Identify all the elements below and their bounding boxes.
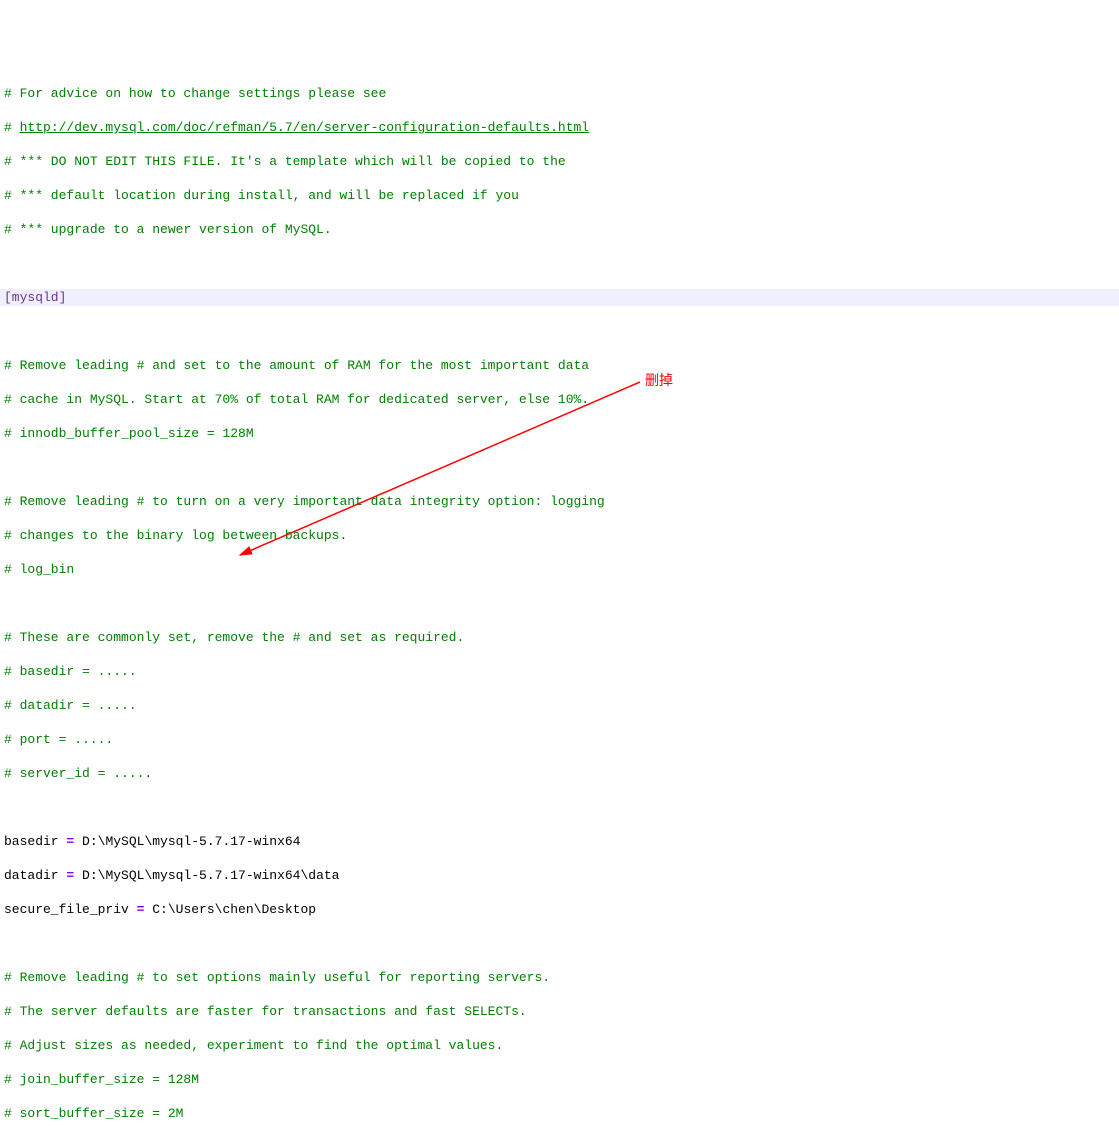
config-key: secure_file_priv xyxy=(4,902,137,917)
equals-operator: = xyxy=(66,834,74,849)
comment-line: # Remove leading # and set to the amount… xyxy=(4,358,589,373)
config-key: datadir xyxy=(4,868,66,883)
equals-operator: = xyxy=(137,902,145,917)
comment-line: # *** DO NOT EDIT THIS FILE. It's a temp… xyxy=(4,154,566,169)
config-key: basedir xyxy=(4,834,66,849)
comment-line: # Remove leading # to set options mainly… xyxy=(4,970,550,985)
section-header-row: [mysqld] xyxy=(0,289,1119,306)
comment-line: # port = ..... xyxy=(4,732,113,747)
comment-line: # join_buffer_size = 128M xyxy=(4,1072,199,1087)
annotation-label: 删掉 xyxy=(645,372,673,389)
comment-line: # server_id = ..... xyxy=(4,766,152,781)
comment-line: # basedir = ..... xyxy=(4,664,137,679)
comment-line: # These are commonly set, remove the # a… xyxy=(4,630,464,645)
config-value: D:\MySQL\mysql-5.7.17-winx64\data xyxy=(74,868,339,883)
comment-line: # The server defaults are faster for tra… xyxy=(4,1004,527,1019)
comment-line: # log_bin xyxy=(4,562,74,577)
comment-line: # sort_buffer_size = 2M xyxy=(4,1106,183,1121)
comment-line: # For advice on how to change settings p… xyxy=(4,86,386,101)
comment-hash: # xyxy=(4,120,20,135)
comment-line: # cache in MySQL. Start at 70% of total … xyxy=(4,392,589,407)
equals-operator: = xyxy=(66,868,74,883)
comment-line: # datadir = ..... xyxy=(4,698,137,713)
code-block: # For advice on how to change settings p… xyxy=(0,68,1119,1126)
comment-line: # innodb_buffer_pool_size = 128M xyxy=(4,426,254,441)
comment-line: # Adjust sizes as needed, experiment to … xyxy=(4,1038,503,1053)
comment-line: # Remove leading # to turn on a very imp… xyxy=(4,494,605,509)
config-value: D:\MySQL\mysql-5.7.17-winx64 xyxy=(74,834,300,849)
comment-line: # *** upgrade to a newer version of MySQ… xyxy=(4,222,332,237)
comment-line: # changes to the binary log between back… xyxy=(4,528,347,543)
doc-link[interactable]: http://dev.mysql.com/doc/refman/5.7/en/s… xyxy=(20,120,590,135)
config-value: C:\Users\chen\Desktop xyxy=(144,902,316,917)
comment-line: # *** default location during install, a… xyxy=(4,188,519,203)
section-header: [mysqld] xyxy=(4,290,66,305)
